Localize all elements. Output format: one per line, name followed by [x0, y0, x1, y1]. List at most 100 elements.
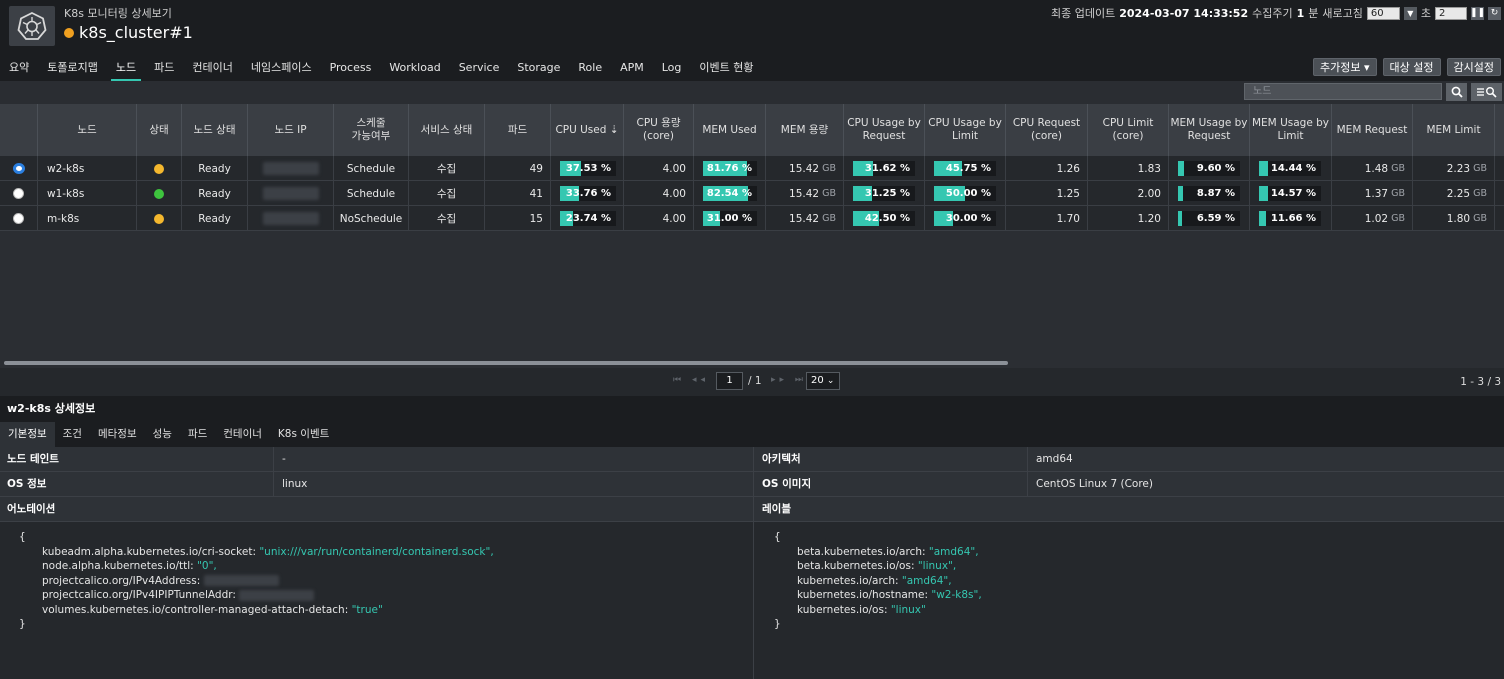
tab-containers[interactable]: 컨테이너 — [215, 422, 270, 447]
mem-capacity: 15.42 — [789, 212, 820, 225]
cpu-request-cell: 1.25 — [1006, 181, 1088, 206]
tab-metadata[interactable]: 메타정보 — [90, 422, 145, 447]
status-dot — [154, 188, 164, 199]
row-radio[interactable] — [13, 188, 24, 199]
nav-buttons: 추가정보 ▾ 대상 설정 감시설정 — [1313, 58, 1501, 76]
nav-item-service[interactable]: Service — [450, 55, 509, 81]
mem-usage-limit-bar: 14.44 % — [1259, 161, 1321, 176]
horizontal-scrollbar[interactable] — [4, 361, 1008, 365]
node-status: Ready — [198, 187, 231, 200]
mem-capacity: 15.42 — [789, 162, 820, 175]
monitor-settings-button[interactable]: 감시설정 — [1446, 58, 1501, 76]
table-row[interactable]: w2-k8s Ready Schedule 수집 49 37.53 % 4.00 81.76 … — [0, 156, 1504, 181]
nav-item-pod[interactable]: 파드 — [145, 55, 183, 81]
col-service-status[interactable]: 서비스 상태 — [409, 104, 485, 156]
row-radio[interactable] — [12, 163, 25, 174]
annotation-key: volumes.kubernetes.io/controller-managed… — [42, 603, 352, 616]
mem-limit-cell: 2.25 GB — [1413, 181, 1495, 206]
filter-icon[interactable] — [1471, 83, 1502, 101]
detail-row-os: OS 정보 linux OS 이미지 CentOS Linux 7 (Core) — [0, 472, 1504, 497]
page-size-select[interactable]: 20 ⌄ — [806, 372, 840, 390]
col-cpu-capacity[interactable]: CPU 용량 (core) — [624, 104, 694, 156]
tab-performance[interactable]: 성능 — [145, 422, 180, 447]
node-name: m-k8s — [47, 212, 80, 225]
cpu-capacity-cell: 4.00 — [624, 156, 694, 181]
service-status: 수집 — [436, 188, 457, 200]
more-info-button[interactable]: 추가정보 ▾ — [1313, 58, 1377, 76]
nav-item-topology[interactable]: 토폴로지맵 — [38, 55, 107, 81]
nav-item-apm[interactable]: APM — [611, 55, 653, 81]
cpu-usage-limit-bar: 30.00 % — [934, 211, 996, 226]
label-label: 레이블 — [762, 503, 791, 515]
table-row[interactable]: w1-k8s Ready Schedule 수집 41 33.76 % 4.00 82.54 … — [0, 181, 1504, 206]
label-value: "linux", — [917, 560, 957, 572]
col-cpu-limit[interactable]: CPU Limit (core) — [1088, 104, 1169, 156]
col-mem-usage-limit[interactable]: MEM Usage by Limit — [1250, 104, 1332, 156]
page-total: / 1 — [748, 375, 762, 387]
tab-k8s-events[interactable]: K8s 이벤트 — [270, 422, 337, 447]
cpu-used-bar: 33.76 % — [560, 186, 616, 201]
annotation-key: kubeadm.alpha.kubernetes.io/cri-socket: — [42, 545, 260, 558]
first-prev-page-icons[interactable]: ⏮ ◂◂ — [673, 375, 709, 385]
node-name-cell: m-k8s — [38, 206, 137, 231]
dropdown-arrow-icon[interactable]: ▼ — [1403, 6, 1417, 20]
next-last-page-icons[interactable]: ▸▸ ⏭ — [771, 375, 807, 385]
mem-request: 1.48 — [1364, 162, 1389, 175]
col-mem-used[interactable]: MEM Used — [694, 104, 766, 156]
os-value: linux — [282, 478, 308, 490]
nav-item-namespace[interactable]: 네임스페이스 — [242, 55, 321, 81]
col-cpu-usage-limit[interactable]: CPU Usage by Limit — [925, 104, 1006, 156]
tab-pods[interactable]: 파드 — [180, 422, 215, 447]
nav-item-summary[interactable]: 요약 — [0, 55, 38, 81]
nav-item-events[interactable]: 이벤트 현황 — [690, 55, 762, 81]
col-node[interactable]: 노드 — [38, 104, 137, 156]
node-status: Ready — [198, 162, 231, 175]
nav-item-role[interactable]: Role — [569, 55, 611, 81]
nav-item-log[interactable]: Log — [653, 55, 691, 81]
cpu-usage-limit-bar: 50.00 % — [934, 186, 996, 201]
refresh-select[interactable]: 60 — [1366, 6, 1400, 20]
col-mem-limit[interactable]: MEM Limit — [1413, 104, 1495, 156]
search-icon[interactable] — [1446, 83, 1467, 101]
schedulable-cell: Schedule — [334, 181, 409, 206]
col-cpu-used[interactable]: CPU Used ⇣ — [551, 104, 624, 156]
divider — [1027, 472, 1028, 497]
page-input[interactable]: 1 — [716, 372, 743, 390]
tab-conditions[interactable]: 조건 — [55, 422, 90, 447]
row-radio[interactable] — [13, 213, 24, 224]
table-row[interactable]: m-k8s Ready NoSchedule 수집 15 23.74 % 4.00 31.00… — [0, 206, 1504, 231]
nav-item-container[interactable]: 컨테이너 — [183, 55, 241, 81]
last-update-value: 2024-03-07 14:33:52 — [1119, 6, 1249, 20]
col-cpu-request[interactable]: CPU Request (core) — [1006, 104, 1088, 156]
col-mem-request[interactable]: MEM Request — [1332, 104, 1413, 156]
refresh-icon[interactable]: ↻ — [1488, 6, 1501, 20]
nav-item-workload[interactable]: Workload — [380, 55, 449, 81]
cpu-limit: 1.20 — [1137, 212, 1161, 225]
col-mem-capacity[interactable]: MEM 용량 — [766, 104, 844, 156]
mem-limit-unit: GB — [1473, 163, 1487, 174]
mem-usage-request-bar-value: 8.87 % — [1196, 188, 1235, 199]
meta-code-area: { kubeadm.alpha.kubernetes.io/cri-socket… — [0, 522, 1504, 679]
target-settings-button[interactable]: 대상 설정 — [1382, 58, 1441, 76]
pause-icon[interactable]: ❚❚ — [1470, 6, 1485, 20]
col-pods[interactable]: 파드 — [485, 104, 551, 156]
nav-item-process[interactable]: Process — [321, 55, 381, 81]
search-input[interactable] — [1244, 83, 1442, 100]
annotation-value: "0", — [197, 560, 217, 572]
cpu-usage-request-bar: 31.25 % — [853, 186, 915, 201]
col-schedulable[interactable]: 스케줄 가능여부 — [334, 104, 409, 156]
tab-basic-info[interactable]: 기본정보 — [0, 422, 55, 447]
col-mem-usage-request[interactable]: MEM Usage by Request — [1169, 104, 1250, 156]
node-name-cell: w1-k8s — [38, 181, 137, 206]
col-status[interactable]: 상태 — [137, 104, 182, 156]
annotation-line: kubeadm.alpha.kubernetes.io/cri-socket: … — [19, 545, 494, 560]
col-node-status[interactable]: 노드 상태 — [182, 104, 248, 156]
redacted-value — [239, 589, 315, 601]
redacted-value — [203, 575, 279, 586]
nav-item-node[interactable]: 노드 — [107, 55, 145, 81]
nav-item-storage[interactable]: Storage — [508, 55, 569, 81]
seconds-input[interactable]: 2 — [1435, 6, 1467, 20]
node-ip-cell — [248, 206, 334, 231]
col-node-ip[interactable]: 노드 IP — [248, 104, 334, 156]
col-cpu-usage-request[interactable]: CPU Usage by Request — [844, 104, 925, 156]
